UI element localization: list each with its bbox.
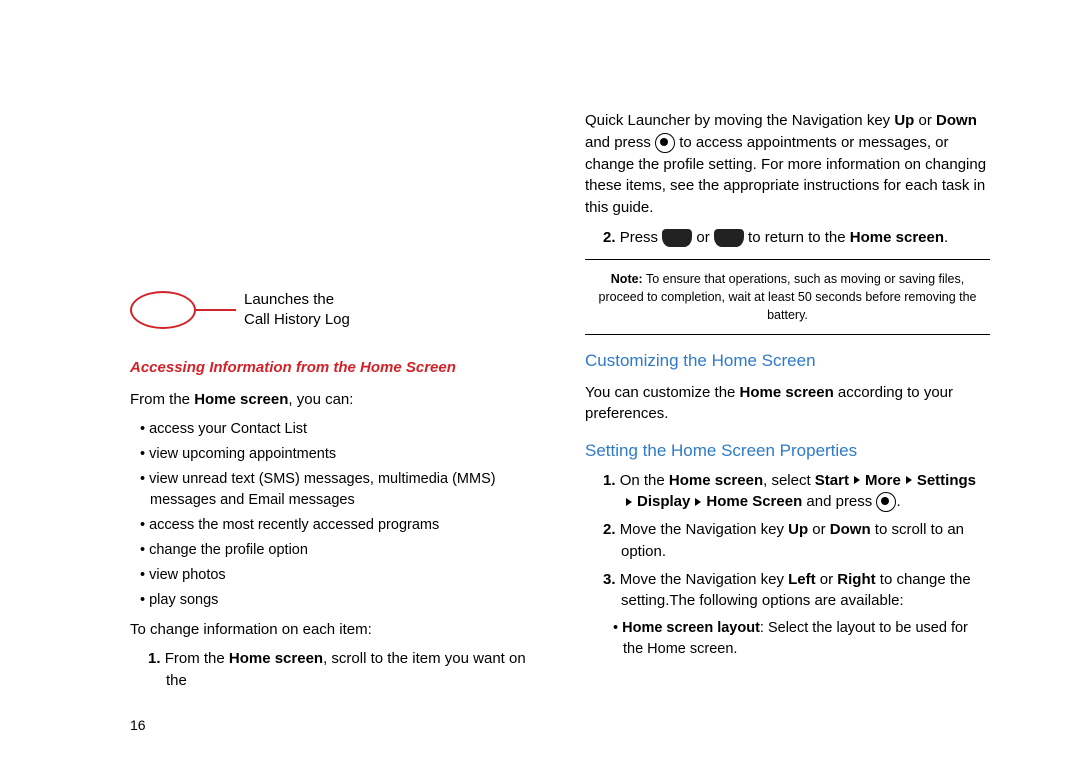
- softkey-icon: [662, 229, 692, 247]
- callout-text: Launches the Call History Log: [244, 290, 350, 329]
- options-list: Home screen layout: Select the layout to…: [585, 618, 990, 660]
- text: From the: [130, 391, 194, 408]
- text: and press: [585, 134, 655, 151]
- step-number: 2.: [603, 229, 616, 246]
- step-1: 1. On the Home screen, select Start More S…: [603, 470, 990, 514]
- ok-button-icon: [655, 133, 675, 153]
- softkey-icon: [714, 229, 744, 247]
- text: or: [816, 571, 838, 588]
- bold-left: Left: [788, 571, 816, 588]
- setting-steps: 1. On the Home screen, select Start More S…: [585, 470, 990, 613]
- bold-option: Home screen layout: [622, 620, 760, 636]
- text: From the: [165, 650, 229, 667]
- step-2: 2. Move the Navigation key Up or Down to…: [603, 519, 990, 563]
- bold: More: [865, 472, 901, 489]
- bold-up: Up: [894, 112, 914, 129]
- note-text: To ensure that operations, such as movin…: [599, 272, 977, 322]
- heading-customizing: Customizing the Home Screen: [585, 349, 990, 374]
- text: Move the Navigation key: [620, 571, 788, 588]
- bold: Home screen: [229, 650, 323, 667]
- return-steps: 2. Press or to return to the Home screen…: [585, 227, 990, 249]
- capability-list: access your Contact List view upcoming a…: [130, 419, 535, 611]
- list-item: play songs: [140, 590, 535, 611]
- list-item: change the profile option: [140, 540, 535, 561]
- callout-line2: Call History Log: [244, 311, 350, 328]
- bold-home-screen: Home screen: [194, 391, 288, 408]
- ok-button-icon: [876, 492, 896, 512]
- callout-line-icon: [196, 309, 236, 311]
- text: or: [808, 521, 830, 538]
- text: .: [896, 493, 900, 510]
- list-item: access your Contact List: [140, 419, 535, 440]
- subheading-accessing: Accessing Information from the Home Scre…: [130, 357, 535, 379]
- bold-right: Right: [837, 571, 875, 588]
- bold-down: Down: [936, 112, 977, 129]
- step-2: 2. Press or to return to the Home screen…: [603, 227, 990, 249]
- two-column-layout: Launches the Call History Log Accessing …: [130, 110, 990, 698]
- bold: Display: [637, 493, 690, 510]
- continuation-para: Quick Launcher by moving the Navigation …: [585, 110, 990, 219]
- page-number: 16: [130, 717, 146, 733]
- arrow-icon: [695, 498, 701, 506]
- arrow-icon: [854, 476, 860, 484]
- step-number: 1.: [603, 472, 616, 489]
- callout-row: Launches the Call History Log: [130, 290, 535, 329]
- arrow-icon: [906, 476, 912, 484]
- step-number: 3.: [603, 571, 616, 588]
- step-1: 1. From the Home screen, scroll to the i…: [148, 648, 535, 692]
- text: On the: [620, 472, 669, 489]
- bold-down: Down: [830, 521, 871, 538]
- text: You can customize the: [585, 384, 740, 401]
- manual-page: Launches the Call History Log Accessing …: [0, 0, 1080, 771]
- list-item: Home screen layout: Select the layout to…: [613, 618, 990, 660]
- divider: [585, 334, 990, 335]
- list-item: access the most recently accessed progra…: [140, 515, 535, 536]
- bold: Start: [815, 472, 849, 489]
- list-item: view upcoming appointments: [140, 444, 535, 465]
- right-column: Quick Launcher by moving the Navigation …: [585, 110, 990, 698]
- callout-ellipse-icon: [130, 291, 196, 329]
- bold: Home screen: [669, 472, 763, 489]
- list-item: view photos: [140, 565, 535, 586]
- divider: [585, 259, 990, 260]
- text: Press: [620, 229, 663, 246]
- text: or: [914, 112, 936, 129]
- step-number: 2.: [603, 521, 616, 538]
- intro-para: From the Home screen, you can:: [130, 389, 535, 411]
- text: Move the Navigation key: [620, 521, 788, 538]
- change-line: To change information on each item:: [130, 619, 535, 641]
- bold: Home screen: [850, 229, 944, 246]
- heading-setting-props: Setting the Home Screen Properties: [585, 439, 990, 464]
- text: or: [692, 229, 714, 246]
- left-column: Launches the Call History Log Accessing …: [130, 110, 535, 698]
- note-box: Note: To ensure that operations, such as…: [585, 270, 990, 324]
- text: .: [944, 229, 948, 246]
- left-steps: 1. From the Home screen, scroll to the i…: [130, 648, 535, 692]
- text: and press: [802, 493, 876, 510]
- text: , select: [763, 472, 815, 489]
- note-label: Note:: [611, 272, 643, 286]
- bold: Home Screen: [706, 493, 802, 510]
- text: to return to the: [744, 229, 850, 246]
- callout-line1: Launches the: [244, 291, 334, 308]
- text: , you can:: [288, 391, 353, 408]
- bold-up: Up: [788, 521, 808, 538]
- bold: Settings: [917, 472, 976, 489]
- step-3: 3. Move the Navigation key Left or Right…: [603, 569, 990, 613]
- arrow-icon: [626, 498, 632, 506]
- bold: Home screen: [740, 384, 834, 401]
- customizing-para: You can customize the Home screen accord…: [585, 382, 990, 426]
- list-item: view unread text (SMS) messages, multime…: [140, 469, 535, 511]
- step-number: 1.: [148, 650, 161, 667]
- text: Quick Launcher by moving the Navigation …: [585, 112, 894, 129]
